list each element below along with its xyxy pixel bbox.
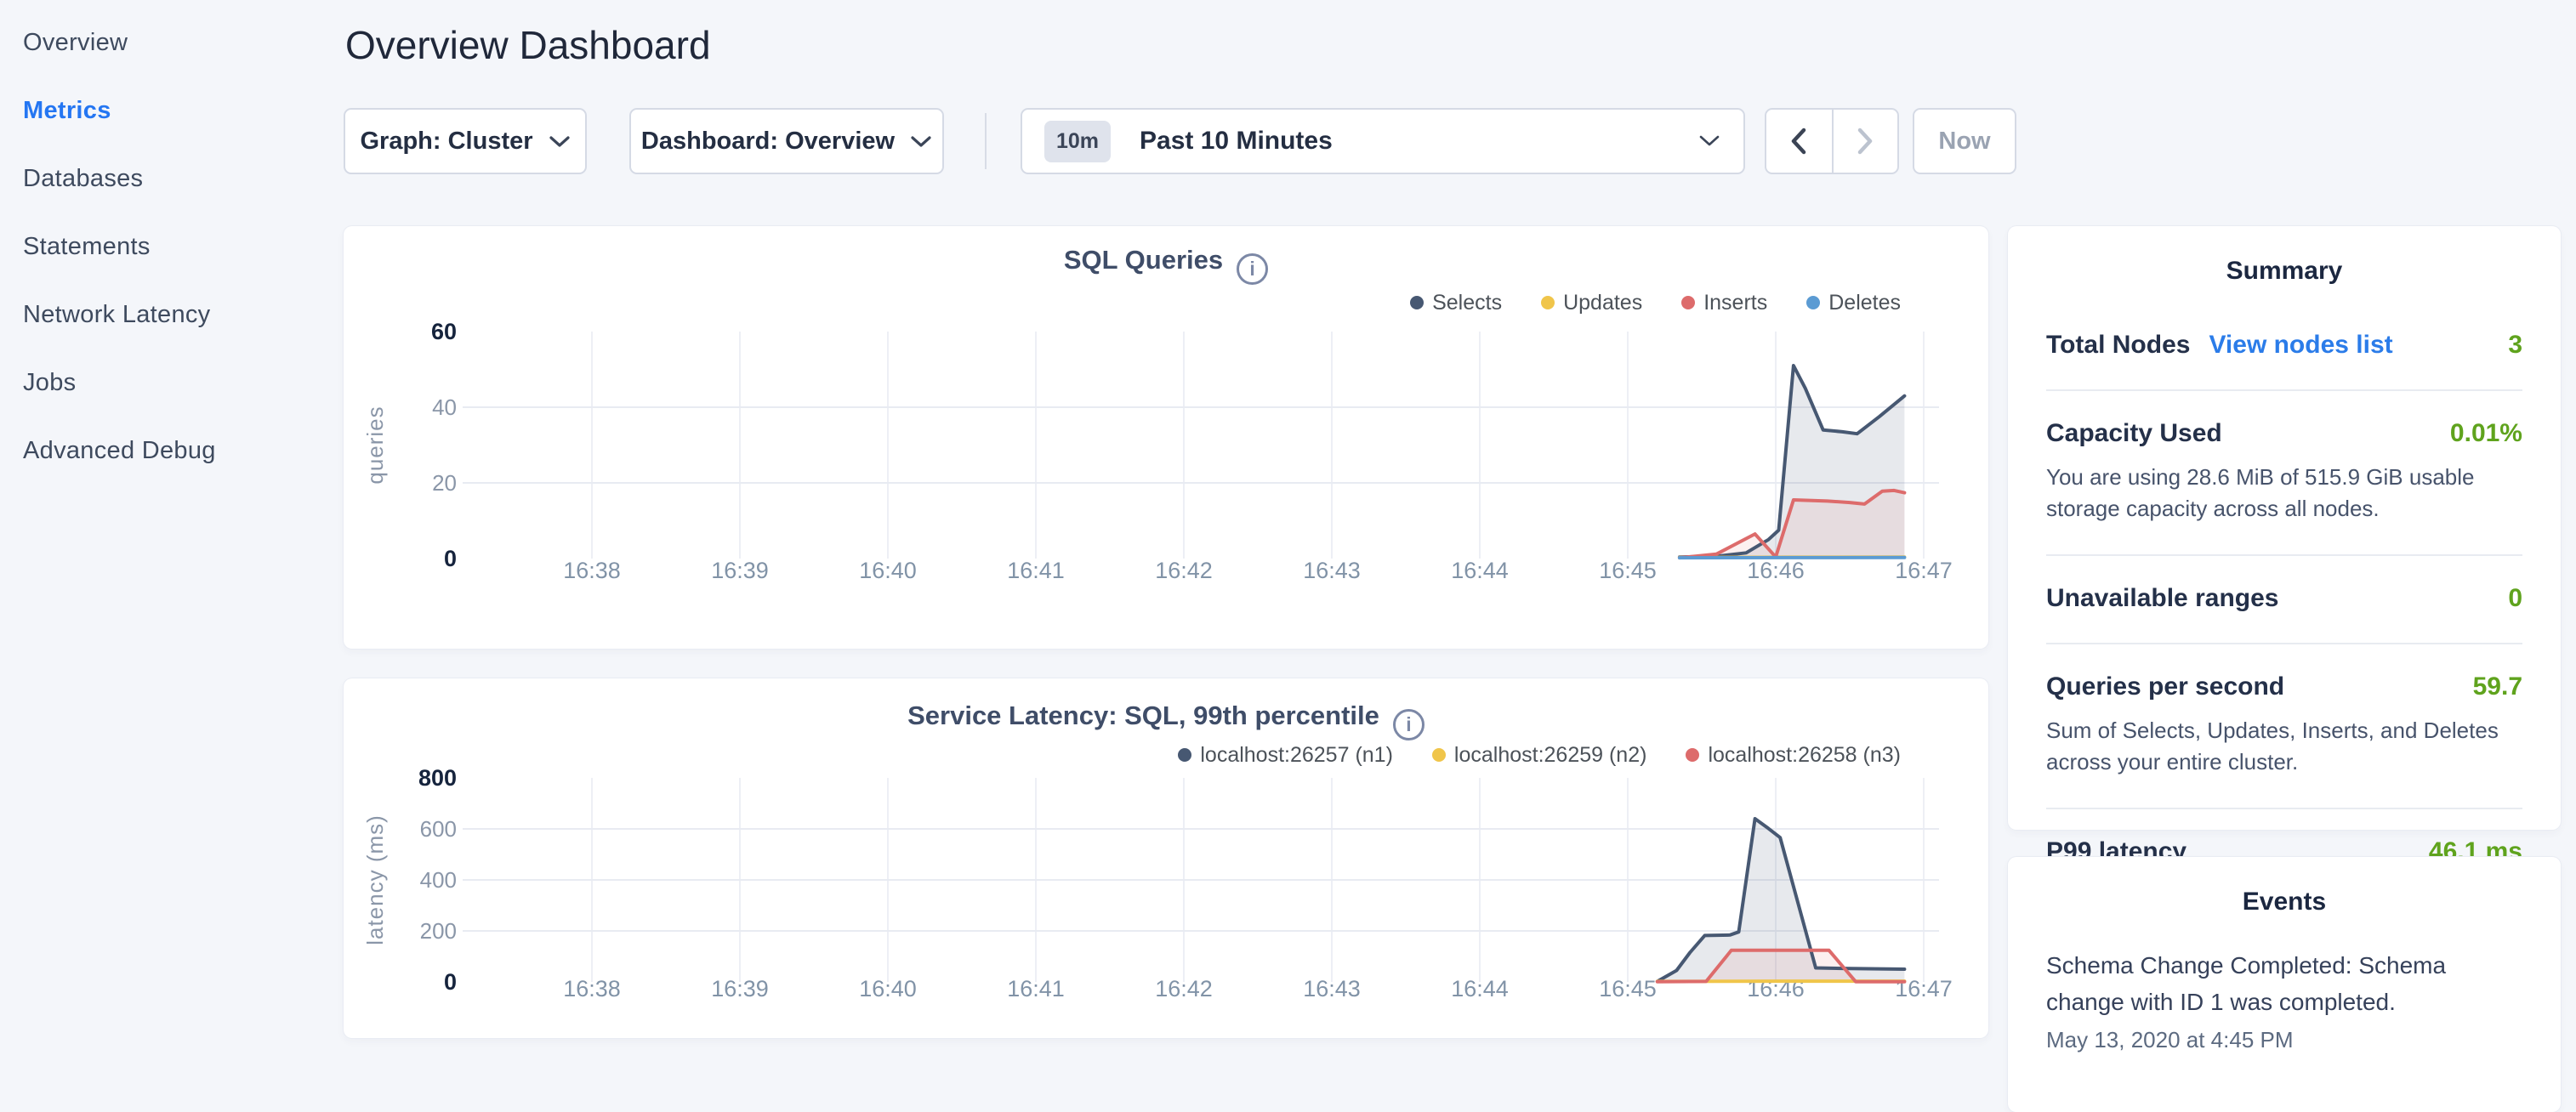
summary-body: Total Nodes View nodes list 3 Capacity U… <box>2008 286 2561 896</box>
overview-dashboard-page: { "sidebar": { "items": [ {"label": "Ove… <box>0 0 2576 1051</box>
summary-panel: Summary Total Nodes View nodes list 3 Ca… <box>2008 226 2561 830</box>
svg-text:16:45: 16:45 <box>1599 558 1657 583</box>
svg-text:16:44: 16:44 <box>1451 558 1509 583</box>
svg-text:16:40: 16:40 <box>859 976 917 1001</box>
svg-text:latency (ms): latency (ms) <box>362 814 388 945</box>
summary-row-capacity-used: Capacity Used 0.01% You are using 28.6 M… <box>2046 391 2522 556</box>
chevron-down-icon <box>910 128 932 156</box>
svg-text:16:43: 16:43 <box>1303 976 1361 1001</box>
chevron-right-icon <box>1856 127 1874 156</box>
svg-text:queries: queries <box>362 406 388 484</box>
svg-text:16:44: 16:44 <box>1451 976 1509 1001</box>
summary-row-value: 0 <box>2508 584 2522 613</box>
svg-text:16:41: 16:41 <box>1007 558 1065 583</box>
graph-scope-dropdown[interactable]: Graph: Cluster <box>344 108 587 174</box>
events-title: Events <box>2008 888 2561 916</box>
sidebar-item-statements[interactable]: Statements <box>0 213 340 281</box>
svg-text:400: 400 <box>420 867 457 893</box>
svg-text:600: 600 <box>420 816 457 842</box>
event-message: Schema Change Completed: Schema change w… <box>2046 947 2522 1020</box>
summary-row-value: 3 <box>2508 331 2522 360</box>
event-item[interactable]: Schema Change Completed: Schema change w… <box>2008 916 2561 1053</box>
events-panel: Events Schema Change Completed: Schema c… <box>2008 857 2561 1112</box>
svg-text:16:42: 16:42 <box>1155 558 1213 583</box>
controls-divider <box>985 113 987 169</box>
svg-text:0: 0 <box>444 546 457 571</box>
now-button-label: Now <box>1938 128 1990 156</box>
summary-row-queries-per-second: Queries per second 59.7 Sum of Selects, … <box>2046 644 2522 809</box>
svg-text:16:46: 16:46 <box>1747 558 1805 583</box>
svg-text:16:38: 16:38 <box>563 976 621 1001</box>
dashboard-dropdown-label: Dashboard: Overview <box>641 128 895 156</box>
svg-text:16:39: 16:39 <box>711 558 769 583</box>
summary-row-description: You are using 28.6 MiB of 515.9 GiB usab… <box>2046 462 2522 525</box>
page-title: Overview Dashboard <box>345 22 711 68</box>
summary-row-value: 0.01% <box>2450 419 2522 448</box>
chevron-down-icon <box>1697 128 1721 156</box>
summary-row-label: Unavailable ranges <box>2046 584 2278 613</box>
chart-canvas: 16:38 16:39 16:40 16:41 16:42 16:43 16:44 16:45… <box>344 226 1988 649</box>
svg-text:200: 200 <box>420 918 457 944</box>
time-range-label: Past 10 Minutes <box>1140 127 1697 156</box>
summary-row-total-nodes: Total Nodes View nodes list 3 <box>2046 303 2522 391</box>
sidebar-item-databases[interactable]: Databases <box>0 145 340 213</box>
chevron-left-icon <box>1789 127 1808 156</box>
svg-text:20: 20 <box>432 470 457 496</box>
svg-text:16:41: 16:41 <box>1007 976 1065 1001</box>
summary-row-label: Queries per second <box>2046 672 2284 701</box>
now-button[interactable]: Now <box>1913 108 2016 174</box>
svg-text:16:42: 16:42 <box>1155 976 1213 1001</box>
summary-row-label: Total Nodes <box>2046 331 2190 360</box>
service-latency-chart-panel: Service Latency: SQL, 99th percentilei l… <box>344 678 1988 1038</box>
svg-text:16:47: 16:47 <box>1895 558 1953 583</box>
dashboard-dropdown[interactable]: Dashboard: Overview <box>629 108 944 174</box>
chart-canvas: 16:38 16:39 16:40 16:41 16:42 16:43 16:44 16:45… <box>344 678 1988 1038</box>
time-step-button-group <box>1765 108 1899 174</box>
sidebar-item-jobs[interactable]: Jobs <box>0 349 340 417</box>
svg-text:16:39: 16:39 <box>711 976 769 1001</box>
sidebar-item-advanced-debug[interactable]: Advanced Debug <box>0 417 340 485</box>
view-nodes-list-link[interactable]: View nodes list <box>2209 331 2392 360</box>
sidebar-item-metrics[interactable]: Metrics <box>0 77 340 145</box>
summary-title: Summary <box>2008 257 2561 286</box>
sql-queries-chart-panel: SQL Queriesi SelectsUpdatesInsertsDelete… <box>344 226 1988 649</box>
svg-text:800: 800 <box>418 765 457 791</box>
time-step-forward-button[interactable] <box>1832 110 1897 173</box>
svg-text:16:43: 16:43 <box>1303 558 1361 583</box>
summary-row-label: Capacity Used <box>2046 419 2222 448</box>
time-step-back-button[interactable] <box>1766 110 1832 173</box>
event-timestamp: May 13, 2020 at 4:45 PM <box>2046 1027 2522 1053</box>
svg-text:40: 40 <box>432 394 457 420</box>
svg-text:16:45: 16:45 <box>1599 976 1657 1001</box>
svg-text:0: 0 <box>444 969 457 995</box>
summary-row-unavailable-ranges: Unavailable ranges 0 <box>2046 556 2522 644</box>
time-range-badge: 10m <box>1044 121 1111 162</box>
graph-scope-dropdown-label: Graph: Cluster <box>360 128 532 156</box>
chevron-down-icon <box>549 128 571 156</box>
time-range-dropdown[interactable]: 10m Past 10 Minutes <box>1021 108 1745 174</box>
summary-row-value: 59.7 <box>2473 672 2522 701</box>
svg-text:16:38: 16:38 <box>563 558 621 583</box>
svg-text:16:40: 16:40 <box>859 558 917 583</box>
svg-text:60: 60 <box>431 319 457 344</box>
sidebar-item-network-latency[interactable]: Network Latency <box>0 281 340 349</box>
sidebar-item-overview[interactable]: Overview <box>0 9 340 77</box>
summary-row-description: Sum of Selects, Updates, Inserts, and De… <box>2046 715 2522 778</box>
sidebar: Overview Metrics Databases Statements Ne… <box>0 0 340 1051</box>
